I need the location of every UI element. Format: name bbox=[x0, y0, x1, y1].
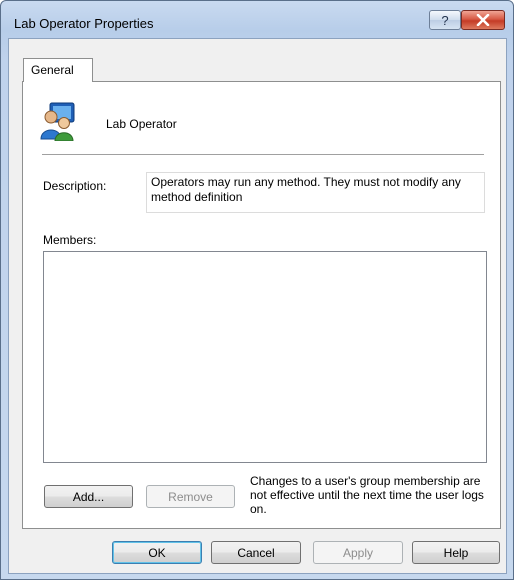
apply-button[interactable]: Apply bbox=[313, 541, 403, 564]
close-button[interactable] bbox=[461, 10, 505, 30]
help-button[interactable]: Help bbox=[412, 541, 500, 564]
add-member-button[interactable]: Add... bbox=[44, 485, 133, 508]
group-users-icon bbox=[40, 102, 75, 141]
cancel-button[interactable]: Cancel bbox=[211, 541, 301, 564]
separator bbox=[42, 154, 484, 155]
help-question-icon: ? bbox=[441, 12, 449, 28]
window-title: Lab Operator Properties bbox=[14, 16, 154, 31]
description-label: Description: bbox=[43, 179, 107, 193]
members-label: Members: bbox=[43, 233, 97, 247]
tab-general[interactable]: General bbox=[23, 58, 93, 82]
title-help-button[interactable]: ? bbox=[429, 10, 461, 30]
ok-button[interactable]: OK bbox=[112, 541, 202, 564]
members-list[interactable] bbox=[43, 251, 487, 463]
remove-member-button[interactable]: Remove bbox=[146, 485, 235, 508]
description-field[interactable]: Operators may run any method. They must … bbox=[146, 172, 485, 213]
group-name: Lab Operator bbox=[106, 117, 177, 131]
close-icon bbox=[476, 14, 490, 26]
membership-note: Changes to a user's group membership are… bbox=[250, 474, 484, 516]
